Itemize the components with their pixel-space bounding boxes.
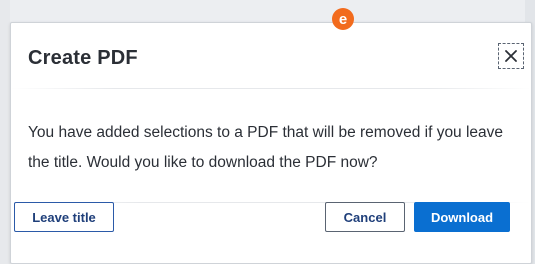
backdrop-left <box>0 0 10 264</box>
leave-title-button[interactable]: Leave title <box>14 202 114 232</box>
header-divider <box>11 88 531 89</box>
cancel-button[interactable]: Cancel <box>325 202 405 232</box>
close-icon <box>505 50 517 62</box>
dialog-title: Create PDF <box>28 47 138 69</box>
close-button[interactable] <box>498 43 524 69</box>
annotation-badge: e <box>332 8 354 30</box>
download-button[interactable]: Download <box>414 202 510 232</box>
dialog-message: You have added selections to a PDF that … <box>28 124 504 171</box>
screenshot-stage: e Create PDF You have added selections t… <box>0 0 535 264</box>
